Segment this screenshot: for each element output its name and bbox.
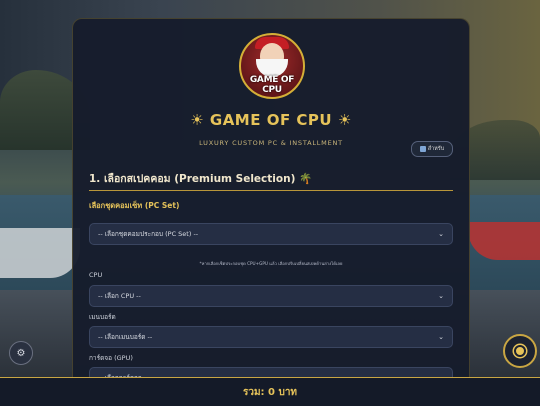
pc-set-select[interactable]: -- เลือกชุดคอมประกอบ (PC Set) -- ⌄ xyxy=(89,223,453,245)
logo-text: GAME OF CPU xyxy=(249,75,295,95)
settings-float-button[interactable]: ⚙ xyxy=(9,341,33,365)
record-icon xyxy=(514,345,526,357)
guide-button-label: สำหรับ xyxy=(427,146,445,152)
page-title: ☀ GAME OF CPU ☀ xyxy=(73,111,469,129)
pc-set-select-value: -- เลือกชุดคอมประกอบ (PC Set) -- xyxy=(98,230,199,238)
sun-icon: ☀ xyxy=(190,111,205,129)
section-heading-text: 1. เลือกสเปคคอม (Premium Selection) xyxy=(89,173,296,185)
book-icon xyxy=(419,146,426,152)
cpu-select-value: -- เลือก CPU -- xyxy=(98,292,141,300)
chevron-down-icon: ⌄ xyxy=(438,333,444,341)
cpu-label: CPU xyxy=(89,271,103,279)
gear-icon: ⚙ xyxy=(16,347,26,359)
motherboard-select[interactable]: -- เลือกเมนบอร์ด -- ⌄ xyxy=(89,326,453,348)
pc-set-label: เลือกชุดคอมเซ็ท (PC Set) xyxy=(89,201,180,210)
gpu-label: การ์ดจอ (GPU) xyxy=(89,354,133,362)
brand-logo: GAME OF CPU xyxy=(239,33,305,99)
total-text: รวม: 0 บาท xyxy=(242,386,298,398)
background-boat xyxy=(0,228,80,278)
motherboard-select-value: -- เลือกเมนบอร์ด -- xyxy=(98,333,153,341)
guide-button[interactable]: สำหรับ xyxy=(411,141,453,157)
section-heading: 1. เลือกสเปคคอม (Premium Selection) 🌴 xyxy=(89,170,312,187)
music-float-button[interactable] xyxy=(503,334,537,368)
page-subtitle: LUXURY CUSTOM PC & INSTALLMENT xyxy=(199,139,343,147)
pc-set-note: *หากเลือกเซ็ตประกอบชุด CPU+GPU แล้ว เลือ… xyxy=(199,261,343,266)
sun-icon: ☀ xyxy=(337,111,352,129)
chevron-down-icon: ⌄ xyxy=(438,292,444,300)
chevron-down-icon: ⌄ xyxy=(438,230,444,238)
motherboard-label: เมนบอร์ด xyxy=(89,313,116,321)
section-divider xyxy=(89,190,453,191)
palm-tree-icon: 🌴 xyxy=(299,173,313,185)
cpu-select[interactable]: -- เลือก CPU -- ⌄ xyxy=(89,285,453,307)
page-title-text: GAME OF CPU xyxy=(209,111,333,129)
total-bar: รวม: 0 บาท xyxy=(0,377,540,406)
main-card: GAME OF CPU ☀ GAME OF CPU ☀ LUXURY CUSTO… xyxy=(72,18,470,390)
